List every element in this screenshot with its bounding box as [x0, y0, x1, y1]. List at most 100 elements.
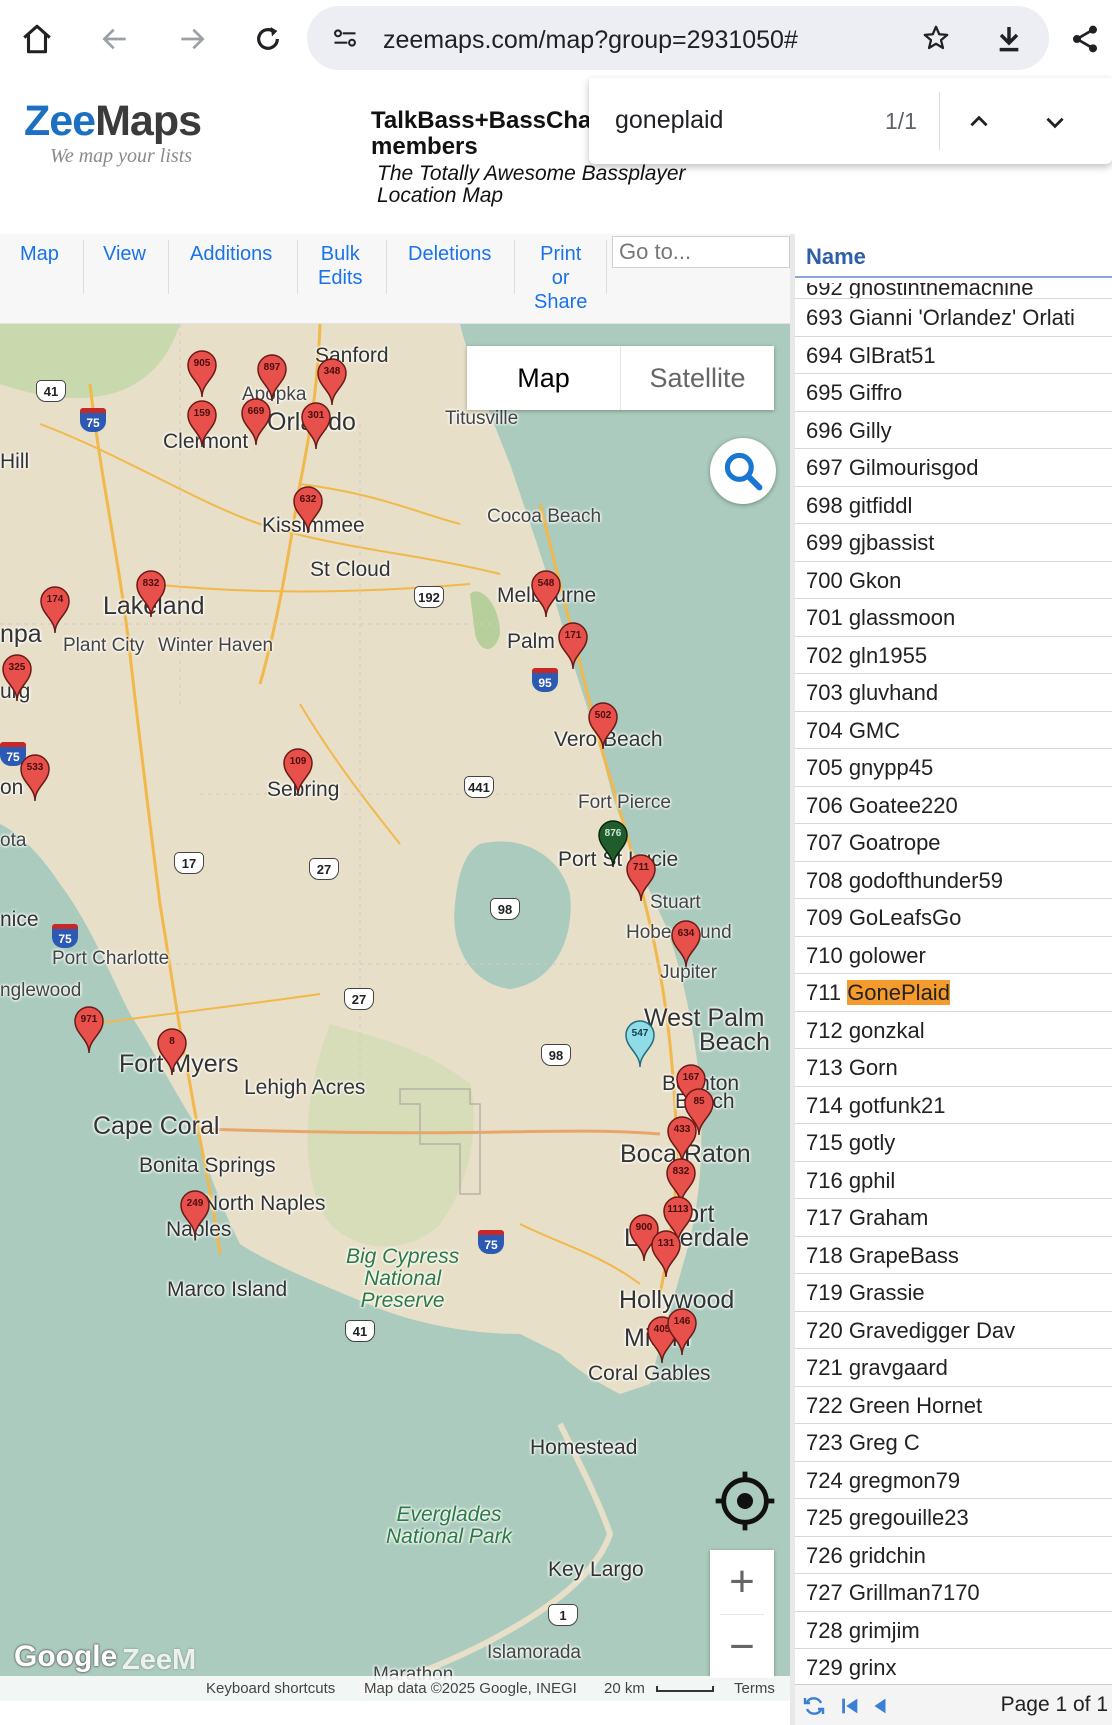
- list-item[interactable]: 707 Goatrope: [795, 824, 1112, 862]
- list-item[interactable]: 716 gphil: [795, 1162, 1112, 1199]
- map-marker[interactable]: 905: [185, 350, 219, 398]
- map-marker[interactable]: 301: [299, 402, 333, 450]
- list-item[interactable]: 692 ghostinthemachine: [795, 283, 1112, 299]
- zeemaps-logo[interactable]: ZeeMaps We map your lists: [24, 100, 202, 168]
- marker-label: 632: [299, 494, 317, 505]
- map-marker[interactable]: 632: [291, 486, 325, 534]
- list-item[interactable]: 706 Goatee220: [795, 787, 1112, 824]
- list-column-header[interactable]: Name: [795, 234, 1112, 278]
- highway-shield: 192: [414, 586, 444, 608]
- map-marker[interactable]: 634: [669, 920, 703, 968]
- list-item[interactable]: 708 godofthunder59: [795, 862, 1112, 899]
- menu-deletions[interactable]: Deletions: [408, 242, 491, 266]
- map-marker[interactable]: 348: [315, 358, 349, 406]
- zoom-in-button[interactable]: +: [710, 1550, 774, 1614]
- list-item[interactable]: 725 gregouille23: [795, 1499, 1112, 1537]
- list-item[interactable]: 715 gotly: [795, 1124, 1112, 1162]
- map-canvas[interactable]: Map Satellite + − Sanford Apopka Orlando…: [0, 324, 790, 1701]
- list-item[interactable]: 724 gregmon79: [795, 1462, 1112, 1499]
- map-marker[interactable]: 131: [649, 1230, 683, 1278]
- list-item[interactable]: 703 gluvhand: [795, 674, 1112, 712]
- back-icon[interactable]: [88, 12, 142, 66]
- list-item[interactable]: 719 Grassie: [795, 1274, 1112, 1312]
- goto-input[interactable]: [612, 236, 790, 268]
- find-previous-button[interactable]: [957, 100, 1001, 144]
- map-marker[interactable]: 711: [624, 854, 658, 902]
- chevron-up-icon: [970, 115, 988, 127]
- marker-label: 171: [564, 630, 582, 641]
- refresh-icon[interactable]: [801, 1693, 827, 1719]
- list-item[interactable]: 727 Grillman7170: [795, 1574, 1112, 1612]
- list-item[interactable]: 722 Green Hornet: [795, 1387, 1112, 1424]
- share-icon[interactable]: [1058, 12, 1112, 66]
- map-marker[interactable]: 8: [155, 1028, 189, 1076]
- keyboard-shortcuts-link[interactable]: Keyboard shortcuts: [206, 1680, 335, 1697]
- map-type-satellite-button[interactable]: Satellite: [621, 346, 774, 410]
- map-search-button[interactable]: [710, 438, 776, 504]
- marker-label: 832: [142, 578, 160, 589]
- list-item[interactable]: 696 Gilly: [795, 412, 1112, 449]
- list-item[interactable]: 702 gln1955: [795, 637, 1112, 674]
- menu-print-or-share[interactable]: Print or Share: [534, 242, 587, 314]
- find-query-input[interactable]: goneplaid: [615, 106, 723, 135]
- first-page-icon[interactable]: [837, 1693, 863, 1719]
- list-item[interactable]: 718 GrapeBass: [795, 1237, 1112, 1274]
- list-item[interactable]: 720 Gravedigger Dav: [795, 1312, 1112, 1349]
- map-type-map-button[interactable]: Map: [467, 346, 621, 410]
- map-marker[interactable]: 109: [281, 748, 315, 796]
- menu-map[interactable]: Map: [20, 242, 59, 266]
- list-item-highlighted[interactable]: 711 GonePlaid: [795, 974, 1112, 1012]
- map-marker[interactable]: 171: [556, 622, 590, 670]
- menu-view[interactable]: View: [103, 242, 146, 266]
- list-item[interactable]: 697 Gilmourisgod: [795, 449, 1112, 487]
- map-marker[interactable]: 971: [72, 1006, 106, 1054]
- list-item[interactable]: 701 glassmoon: [795, 599, 1112, 637]
- list-item[interactable]: 721 gravgaard: [795, 1349, 1112, 1387]
- list-item[interactable]: 728 grimjim: [795, 1612, 1112, 1649]
- list-item[interactable]: 726 gridchin: [795, 1537, 1112, 1574]
- list-item[interactable]: 693 Gianni 'Orlandez' Orlati: [795, 299, 1112, 337]
- list-item[interactable]: 709 GoLeafsGo: [795, 899, 1112, 937]
- list-item[interactable]: 695 Giffro: [795, 374, 1112, 412]
- list-item[interactable]: 714 gotfunk21: [795, 1087, 1112, 1124]
- site-info-icon[interactable]: [329, 22, 361, 54]
- map-marker[interactable]: 249: [178, 1190, 212, 1238]
- map-marker[interactable]: 897: [255, 354, 289, 402]
- map-marker[interactable]: 502: [586, 702, 620, 750]
- list-item[interactable]: 704 GMC: [795, 712, 1112, 749]
- list-item[interactable]: 713 Gorn: [795, 1049, 1112, 1087]
- map-marker[interactable]: 325: [0, 654, 34, 702]
- list-item[interactable]: 723 Greg C: [795, 1424, 1112, 1462]
- find-next-button[interactable]: [1033, 100, 1077, 144]
- list-item[interactable]: 705 gnypp45: [795, 749, 1112, 787]
- reload-icon[interactable]: [241, 12, 295, 66]
- map-marker[interactable]: 548: [529, 570, 563, 618]
- map-marker[interactable]: 146: [665, 1308, 699, 1356]
- map-marker[interactable]: 433: [665, 1116, 699, 1164]
- previous-page-icon[interactable]: [867, 1693, 893, 1719]
- list-item[interactable]: 700 Gkon: [795, 562, 1112, 599]
- list-item[interactable]: 717 Graham: [795, 1199, 1112, 1237]
- map-marker[interactable]: 159: [185, 400, 219, 448]
- list-item[interactable]: 699 gjbassist: [795, 524, 1112, 562]
- menu-additions[interactable]: Additions: [190, 242, 272, 266]
- map-marker[interactable]: 533: [18, 754, 52, 802]
- list-item[interactable]: 698 gitfiddl: [795, 487, 1112, 524]
- map-marker[interactable]: 832: [134, 570, 168, 618]
- list-item[interactable]: 694 GlBrat51: [795, 337, 1112, 374]
- menu-bulk-edits[interactable]: Bulk Edits: [318, 242, 362, 290]
- address-bar[interactable]: zeemaps.com/map?group=2931050#: [307, 6, 1049, 70]
- list-item[interactable]: 729 grinx: [795, 1649, 1112, 1687]
- map-marker[interactable]: 174: [38, 586, 72, 634]
- map-marker-selected[interactable]: 547: [623, 1020, 657, 1068]
- forward-icon[interactable]: [165, 12, 219, 66]
- list-item[interactable]: 710 golower: [795, 937, 1112, 974]
- map-marker[interactable]: 669: [239, 398, 273, 446]
- zoom-out-button[interactable]: −: [710, 1615, 774, 1679]
- home-icon[interactable]: [10, 12, 64, 66]
- terms-link[interactable]: Terms: [734, 1680, 775, 1697]
- my-location-button[interactable]: [712, 1468, 778, 1534]
- list-item[interactable]: 712 gonzkal: [795, 1012, 1112, 1049]
- bookmark-star-icon[interactable]: [920, 22, 952, 54]
- download-icon[interactable]: [982, 12, 1036, 66]
